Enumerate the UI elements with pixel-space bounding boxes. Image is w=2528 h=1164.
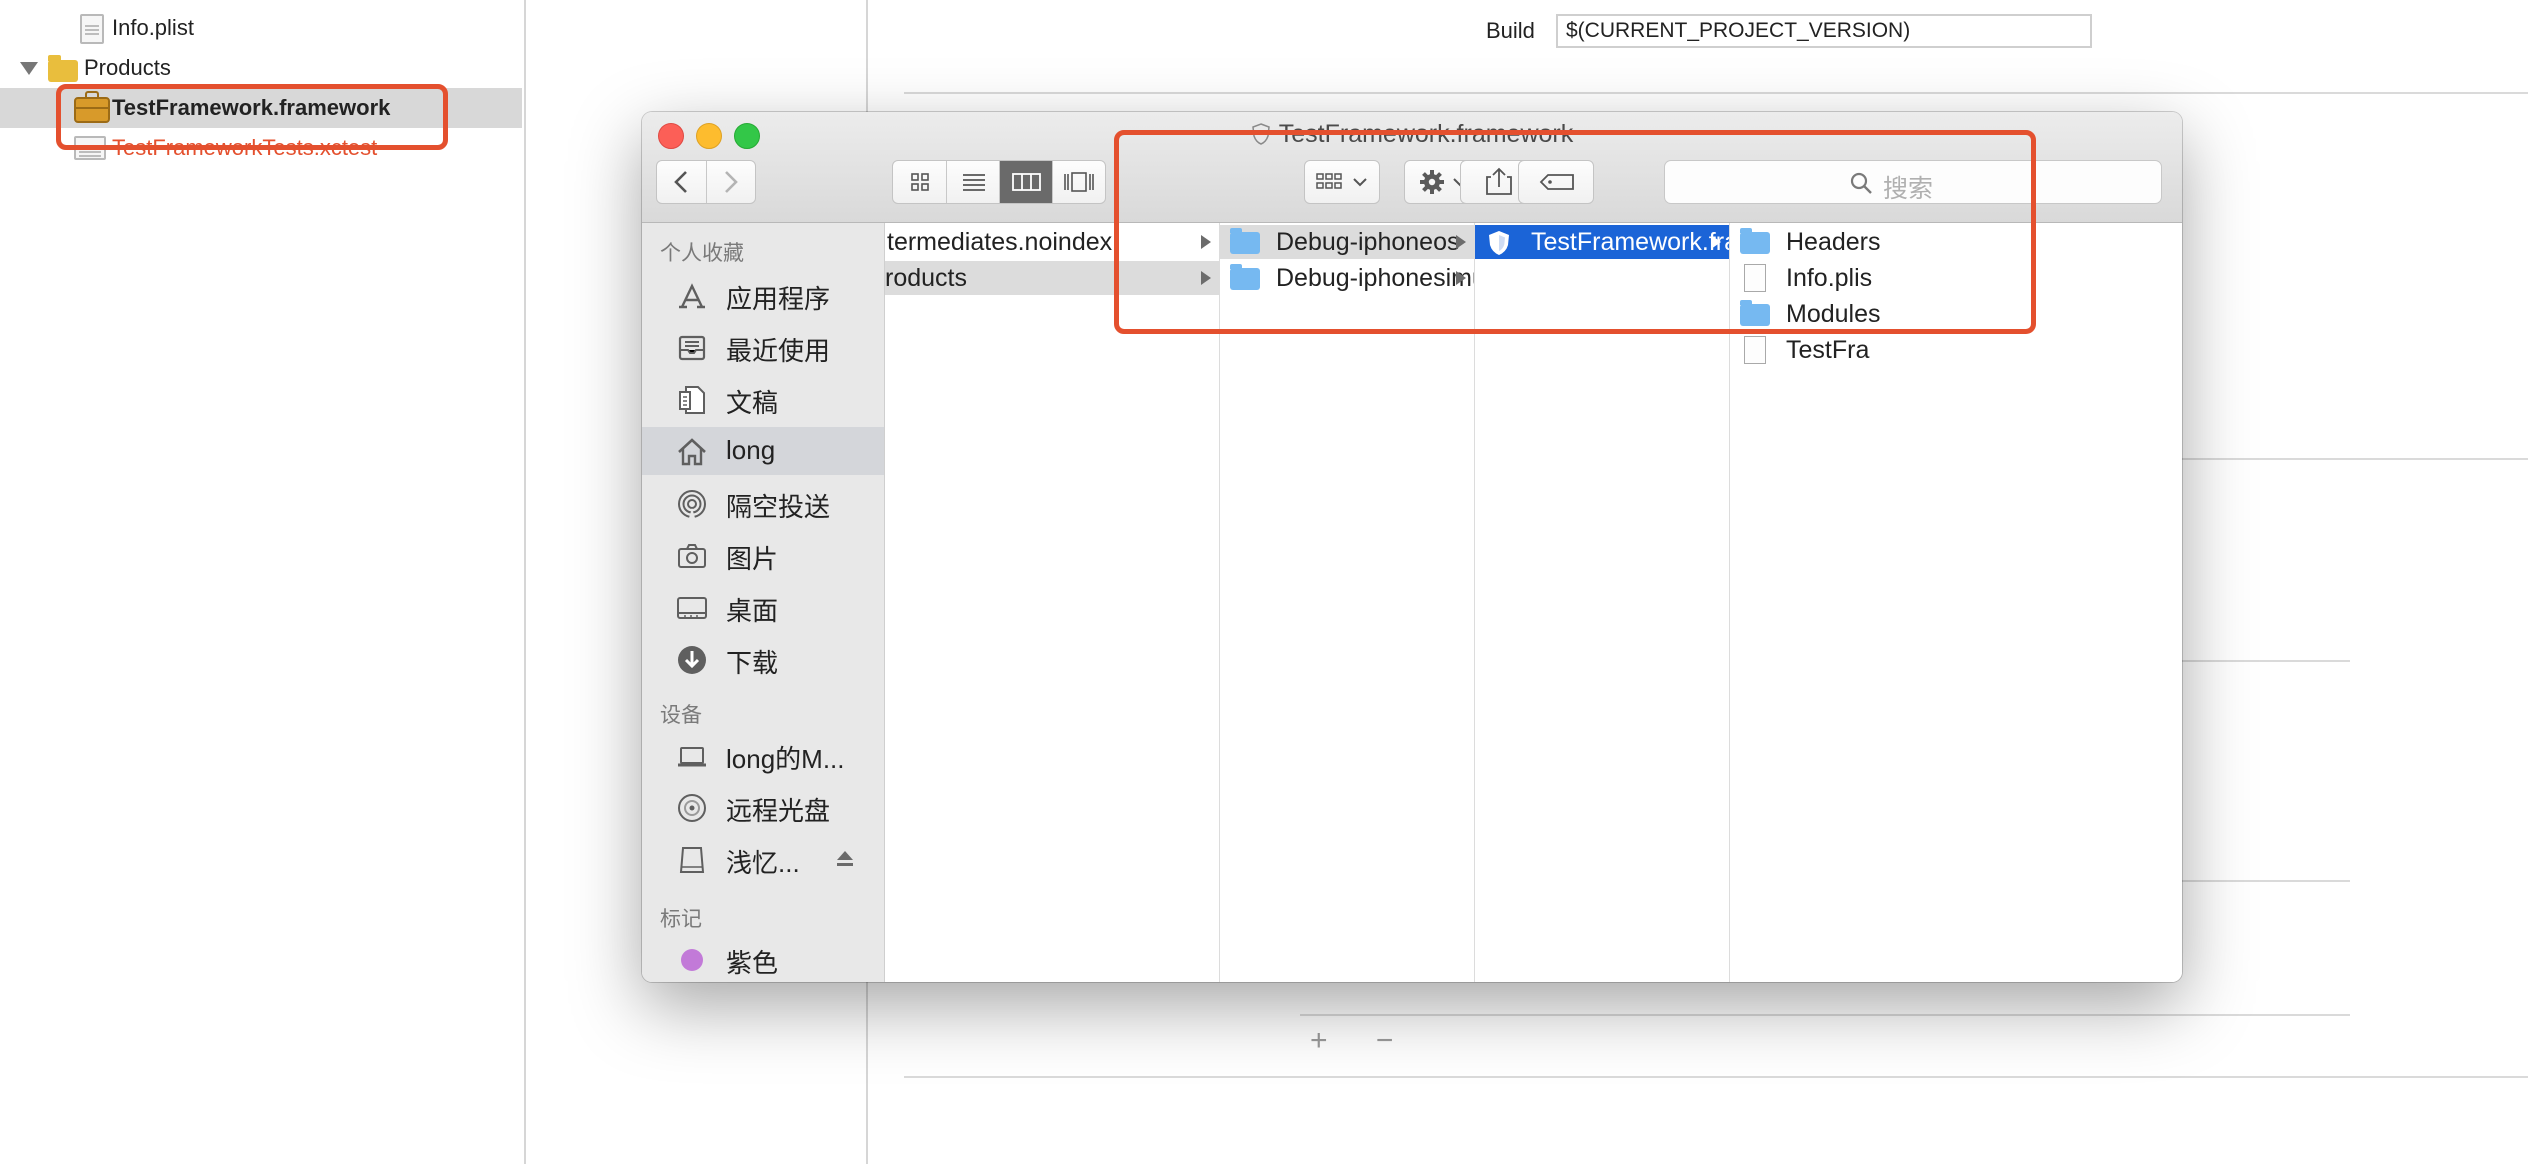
navigator-item-label: Info.plist xyxy=(112,15,194,40)
home-icon xyxy=(678,438,706,466)
sidebar-item-remote-disc[interactable]: 远程光盘 xyxy=(642,783,884,831)
eject-icon[interactable] xyxy=(834,849,856,869)
sidebar-item-drive[interactable]: 浅忆... xyxy=(642,835,884,883)
documents-icon xyxy=(679,386,705,414)
build-version-field[interactable]: $(CURRENT_PROJECT_VERSION) xyxy=(1556,14,2092,48)
recents-icon xyxy=(678,335,706,361)
sidebar-item-applications[interactable]: 应用程序 xyxy=(642,271,884,319)
browser-column-1: termediates.noindex roducts xyxy=(885,223,1220,982)
column-item-label: roducts xyxy=(885,264,967,292)
sidebar-item-label: 远程光盘 xyxy=(726,796,831,826)
list-view-icon xyxy=(963,174,985,191)
disclosure-triangle-icon[interactable] xyxy=(20,62,38,75)
icon-view-icon xyxy=(911,173,929,191)
section-divider xyxy=(2182,880,2350,882)
browser-column-4: Headers Info.plis Modules TestFra xyxy=(1730,223,2182,982)
sidebar-item-label: 最近使用 xyxy=(726,336,831,366)
sidebar-item-label: 浅忆... xyxy=(726,848,800,878)
view-mode-control xyxy=(892,160,1106,204)
airdrop-icon xyxy=(678,490,706,518)
icon-view-button[interactable] xyxy=(893,161,947,203)
sidebar-item-desktop[interactable]: 桌面 xyxy=(642,583,884,631)
build-label: Build xyxy=(1486,18,1535,43)
browser-column-2: Debug-iphoneos Debug-iphonesimulator xyxy=(1220,223,1475,982)
column-view-button[interactable] xyxy=(1000,161,1053,203)
navigator-item-info-plist[interactable]: Info.plist xyxy=(0,8,522,48)
desktop-icon xyxy=(677,597,707,619)
sidebar-item-label: 文稿 xyxy=(726,388,779,418)
add-remove-buttons[interactable]: + − xyxy=(1310,1024,1413,1058)
devices-heading: 设备 xyxy=(660,704,702,727)
forward-button[interactable] xyxy=(707,161,755,203)
annotation-highlight-finder xyxy=(1114,130,2036,334)
sidebar-item-label: 桌面 xyxy=(726,596,779,626)
gallery-view-button[interactable] xyxy=(1053,161,1105,203)
applications-icon xyxy=(679,283,705,309)
sidebar-item-label: 图片 xyxy=(726,544,779,574)
column-item-label: TestFra xyxy=(1786,336,1870,364)
column-item-label: termediates.noindex xyxy=(887,228,1113,256)
navigator-group-products[interactable]: Products xyxy=(0,48,522,88)
sidebar-item-documents[interactable]: 文稿 xyxy=(642,375,884,423)
drive-icon xyxy=(679,847,705,873)
column-item[interactable]: TestFra xyxy=(1730,333,2182,367)
sidebar-item-mac[interactable]: long的M... xyxy=(642,731,884,779)
finder-sidebar: 个人收藏 应用程序 最近使用 文稿 long 隔空投送 图片 桌面 下载 设备 … xyxy=(642,223,885,982)
sidebar-item-downloads[interactable]: 下载 xyxy=(642,635,884,683)
project-navigator: Info.plist Products TestFramework.framew… xyxy=(0,0,526,1164)
favorites-heading: 个人收藏 xyxy=(660,242,744,265)
chevron-left-icon xyxy=(674,171,687,193)
section-divider xyxy=(1300,1014,2350,1016)
camera-icon xyxy=(678,544,706,568)
folder-icon xyxy=(48,55,78,82)
navigator-item-label: Products xyxy=(84,55,171,80)
sidebar-item-tag-purple[interactable]: 紫色 xyxy=(642,935,884,982)
sidebar-item-label: 紫色 xyxy=(726,948,779,978)
binary-file-icon xyxy=(1744,336,1766,364)
browser-column-3: TestFramework.framework xyxy=(1475,223,1730,982)
list-view-button[interactable] xyxy=(947,161,1000,203)
section-divider xyxy=(2182,458,2528,460)
back-button[interactable] xyxy=(657,161,707,203)
sidebar-item-label: 下载 xyxy=(726,648,779,678)
column-view-icon xyxy=(1012,173,1041,191)
sidebar-item-label: 应用程序 xyxy=(726,284,831,314)
laptop-icon xyxy=(678,747,706,767)
plist-file-icon xyxy=(80,14,104,44)
section-divider xyxy=(904,92,2528,94)
annotation-highlight-navigator xyxy=(56,84,448,150)
back-forward-control xyxy=(656,160,756,204)
chevron-right-icon xyxy=(725,171,738,193)
tags-heading: 标记 xyxy=(660,908,702,931)
sidebar-item-pictures[interactable]: 图片 xyxy=(642,531,884,579)
download-icon xyxy=(678,646,706,674)
sidebar-item-label: long xyxy=(726,435,776,465)
section-divider xyxy=(904,1076,2528,1078)
sidebar-item-label: 隔空投送 xyxy=(726,492,831,522)
purple-tag-dot-icon xyxy=(681,949,703,971)
disc-icon xyxy=(678,794,706,822)
sidebar-item-label: long的M... xyxy=(726,744,845,774)
section-divider xyxy=(2182,660,2350,662)
gallery-view-icon xyxy=(1064,172,1094,192)
sidebar-item-recents[interactable]: 最近使用 xyxy=(642,323,884,371)
sidebar-item-airdrop[interactable]: 隔空投送 xyxy=(642,479,884,527)
sidebar-item-home[interactable]: long xyxy=(642,427,884,475)
